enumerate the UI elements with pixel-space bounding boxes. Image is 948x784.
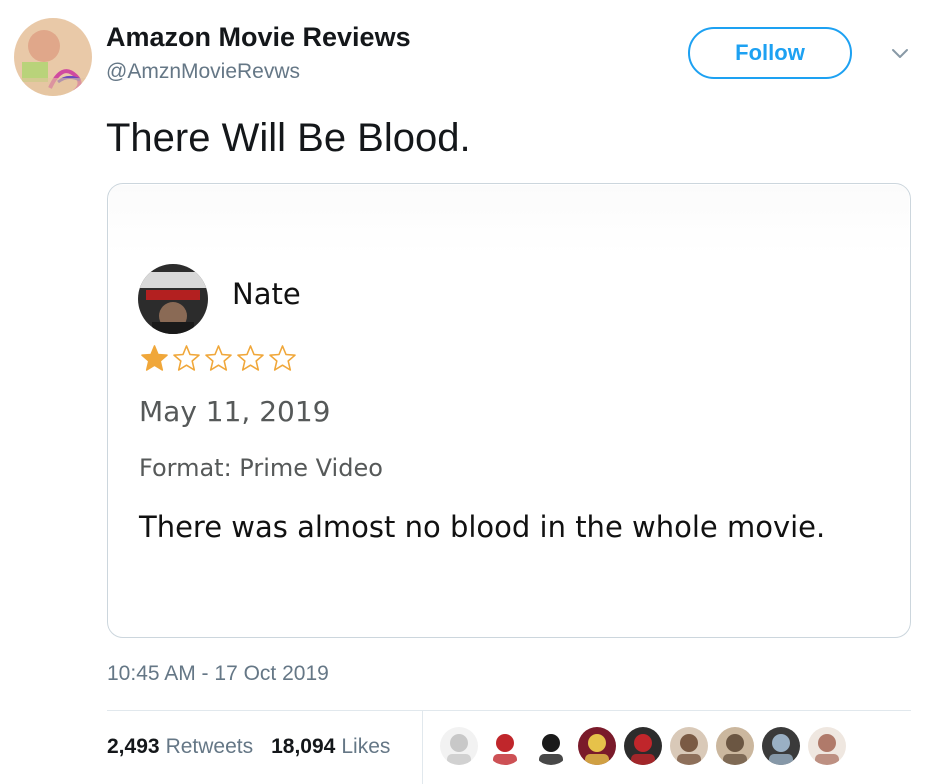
- account-avatar-image: [14, 18, 92, 96]
- reviewer-avatar: [138, 264, 208, 334]
- follow-button[interactable]: Follow: [688, 27, 852, 79]
- review-body: There was almost no blood in the whole m…: [139, 510, 826, 544]
- star-filled-icon: [140, 344, 169, 372]
- tweet-timestamp[interactable]: 10:45 AM - 17 Oct 2019: [107, 662, 329, 686]
- retweets-label: Retweets: [165, 735, 254, 758]
- vertical-divider: [422, 711, 423, 784]
- liker-avatar-8[interactable]: [762, 727, 800, 765]
- retweets-count: 2,493: [107, 735, 160, 758]
- retweets-stat[interactable]: 2,493 Retweets: [107, 735, 253, 759]
- chevron-down-icon[interactable]: [888, 45, 912, 63]
- star-rating: [140, 344, 297, 372]
- review-date: May 11, 2019: [139, 395, 331, 428]
- star-empty-icon: [268, 344, 297, 372]
- review-format: Format: Prime Video: [139, 454, 383, 482]
- card-shading: [109, 185, 909, 255]
- liker-avatar-1[interactable]: [440, 727, 478, 765]
- divider: [107, 710, 911, 711]
- liker-avatar-5[interactable]: [624, 727, 662, 765]
- liker-avatar-4[interactable]: [578, 727, 616, 765]
- star-empty-icon: [204, 344, 233, 372]
- likes-stat[interactable]: 18,094 Likes: [271, 735, 390, 759]
- account-handle[interactable]: @AmznMovieRevws: [106, 60, 300, 84]
- liker-avatars: [440, 727, 846, 765]
- account-display-name[interactable]: Amazon Movie Reviews: [106, 22, 411, 53]
- likes-count: 18,094: [271, 735, 336, 758]
- liker-avatar-9[interactable]: [808, 727, 846, 765]
- reviewer-avatar-image: [138, 264, 208, 334]
- star-empty-icon: [236, 344, 265, 372]
- liker-avatar-2[interactable]: [486, 727, 524, 765]
- review-screenshot-card[interactable]: Nate May 11, 2019 Format: Prime Video Th…: [107, 183, 911, 638]
- tweet-text: There Will Be Blood.: [106, 116, 471, 160]
- account-avatar[interactable]: [14, 18, 92, 96]
- star-empty-icon: [172, 344, 201, 372]
- likes-label: Likes: [341, 735, 391, 758]
- liker-avatar-3[interactable]: [532, 727, 570, 765]
- liker-avatar-7[interactable]: [716, 727, 754, 765]
- tweet-stats: 2,493 Retweets 18,094 Likes: [107, 735, 390, 759]
- reviewer-name: Nate: [232, 277, 301, 311]
- liker-avatar-6[interactable]: [670, 727, 708, 765]
